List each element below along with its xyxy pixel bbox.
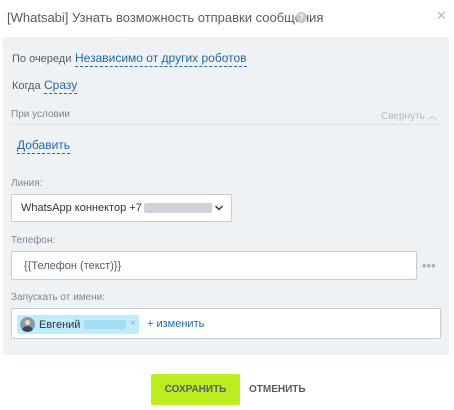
- avatar: [20, 317, 35, 332]
- user-chip: Евгений ×: [17, 315, 139, 334]
- line-select[interactable]: WhatsApp коннектор +7: [11, 194, 232, 222]
- condition-label: При условии: [11, 109, 70, 120]
- more-dots-icon[interactable]: •••: [422, 258, 436, 273]
- line-select-text: WhatsApp коннектор +7: [21, 202, 142, 214]
- run-as-field[interactable]: Евгений × + изменить: [11, 308, 441, 339]
- masked-number: [143, 203, 212, 214]
- queue-label: По очереди: [12, 53, 72, 65]
- collapse-link[interactable]: Свернуть ︿: [381, 109, 437, 122]
- add-condition-link[interactable]: Добавить: [17, 138, 71, 154]
- chevron-down-icon: [215, 205, 223, 211]
- dialog-title: [Whatsabi] Узнать возможность отправки с…: [7, 10, 324, 25]
- when-value-link[interactable]: Сразу: [44, 78, 78, 94]
- change-user-link[interactable]: + изменить: [147, 318, 204, 330]
- close-icon[interactable]: ✕: [436, 9, 447, 22]
- phone-input-value: {{Телефон (текст)}}: [24, 260, 122, 272]
- save-button[interactable]: СОХРАНИТЬ: [151, 374, 240, 405]
- phone-label: Телефон:: [11, 235, 56, 246]
- queue-value-link[interactable]: Независимо от других роботов: [75, 51, 247, 67]
- line-label: Линия:: [11, 178, 43, 189]
- user-name: Евгений: [39, 319, 81, 331]
- phone-input[interactable]: {{Телефон (текст)}}: [11, 251, 417, 280]
- chevron-up-icon: ︿: [427, 111, 437, 121]
- run-as-label: Запускать от имени:: [11, 292, 106, 303]
- dialog-header: [Whatsabi] Узнать возможность отправки с…: [0, 0, 454, 36]
- line-select-value: WhatsApp коннектор +7: [21, 202, 212, 214]
- collapse-label: Свернуть: [381, 111, 425, 122]
- remove-user-icon[interactable]: ×: [130, 318, 136, 329]
- question-circle-icon[interactable]: ?: [296, 12, 307, 23]
- cancel-button[interactable]: ОТМЕНИТЬ: [249, 384, 306, 395]
- when-label: Когда: [12, 80, 41, 92]
- masked-surname: [84, 320, 126, 329]
- divider: [11, 124, 441, 125]
